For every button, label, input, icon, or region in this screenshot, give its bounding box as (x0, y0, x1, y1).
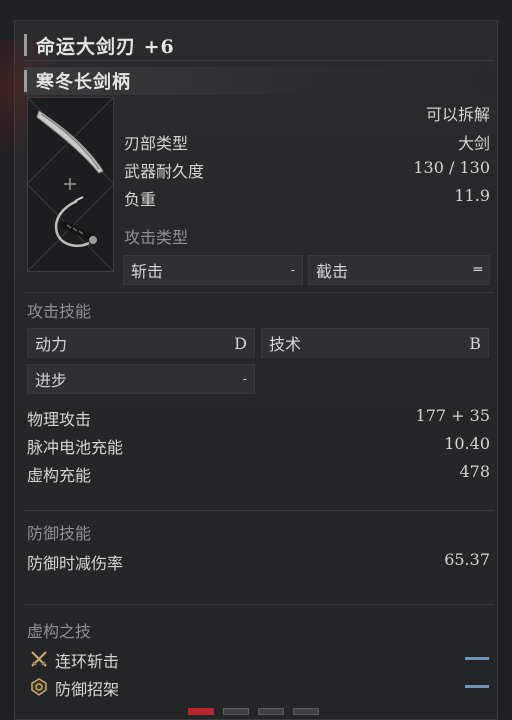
stat-label: 物理攻击 (27, 410, 92, 429)
skill-indicator-line (465, 685, 489, 688)
item-title: 命运大剑刃 +6 (36, 35, 175, 58)
page-indicator-4[interactable] (293, 708, 319, 715)
defense-header: 防御技能 (27, 524, 92, 543)
cell-label: 进步 (35, 371, 68, 390)
cell-label: 动力 (35, 335, 68, 354)
cell-value: B (469, 333, 481, 353)
stat-label: 脉冲电池充能 (27, 438, 124, 457)
stat-value: 478 (459, 462, 490, 481)
cell-value: ═ (473, 262, 482, 278)
shield-icon (31, 678, 47, 696)
defense-value: 65.37 (444, 550, 490, 569)
item-subtitle: 寒冬长剑柄 (36, 72, 131, 93)
skill-indicator-line (465, 657, 489, 660)
page-indicator-2[interactable] (223, 708, 249, 715)
divider (24, 604, 494, 605)
fable-header: 虚构之技 (27, 622, 92, 641)
cell-label: 斩击 (131, 262, 164, 281)
title-marker (24, 34, 27, 56)
cell-label: 技术 (269, 335, 302, 354)
attack-skill-header: 攻击技能 (27, 302, 92, 321)
dismantle-status: 可以拆解 (425, 105, 490, 124)
attack-type-cell: 斩击 - (123, 255, 303, 285)
item-title-row: 命运大剑刃 +6 (24, 30, 494, 61)
crossed-swords-icon (31, 651, 47, 667)
attack-type-cell: 截击 ═ (308, 255, 490, 285)
attack-skill-cell: 技术 B (261, 328, 489, 358)
divider (24, 292, 494, 293)
defense-label: 防御时减伤率 (27, 554, 124, 573)
stat-value: 大剑 (457, 134, 490, 153)
stat-value: 177 + 35 (415, 406, 490, 425)
weapon-image (27, 97, 114, 272)
fable-skill-label: 防御招架 (55, 680, 120, 699)
item-subtitle-row[interactable]: 寒冬长剑柄 (24, 67, 494, 95)
stat-value: 130 / 130 (413, 158, 490, 177)
stat-label: 武器耐久度 (124, 162, 205, 181)
stat-label: 虚构充能 (27, 466, 92, 485)
page-indicator-1[interactable] (188, 708, 214, 715)
divider (24, 510, 494, 511)
cell-value: D (234, 333, 247, 353)
stat-value: 11.9 (454, 186, 490, 205)
cell-value: - (242, 371, 247, 387)
page-indicator-3[interactable] (258, 708, 284, 715)
attack-type-header: 攻击类型 (124, 228, 189, 247)
fable-skill-label: 连环斩击 (55, 652, 120, 671)
attack-skill-cell: 动力 D (27, 328, 255, 358)
cell-value: - (290, 262, 295, 278)
stat-label: 刃部类型 (124, 134, 189, 153)
stat-label: 负重 (124, 190, 157, 209)
weapon-parts-icon (27, 97, 114, 272)
stat-value: 10.40 (444, 434, 490, 453)
cell-label: 截击 (316, 262, 349, 281)
attack-skill-cell: 进步 - (27, 364, 255, 394)
subtitle-marker (24, 70, 27, 92)
